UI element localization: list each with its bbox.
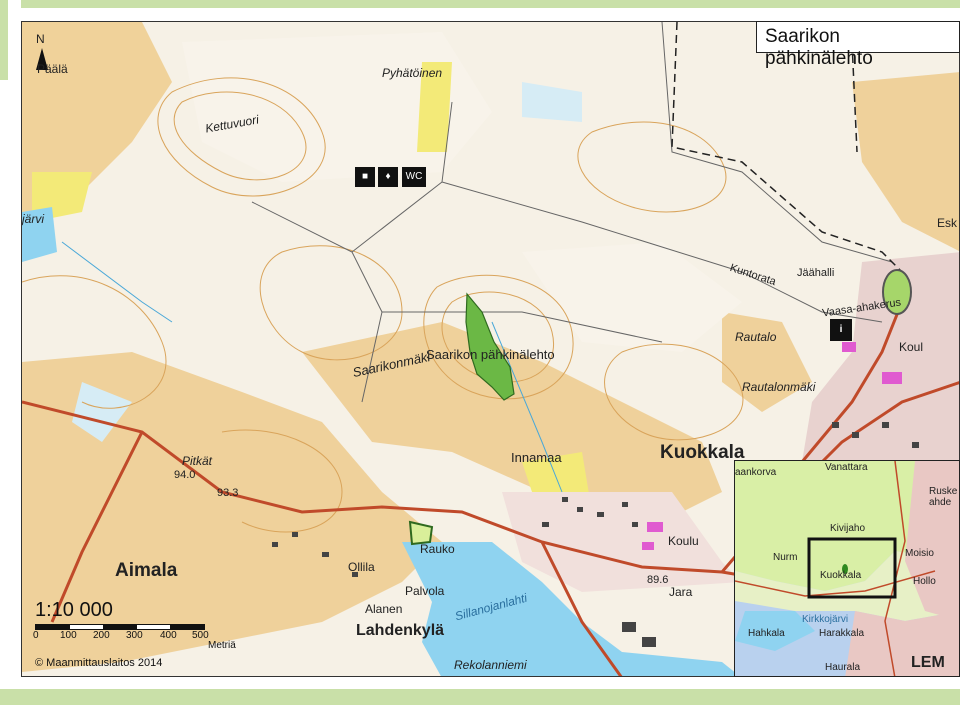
inset-label-vanattara: Vanattara (825, 462, 868, 473)
info-icon[interactable]: i (830, 319, 852, 341)
label-alanen: Alanen (365, 602, 403, 616)
forest-area-east (722, 312, 812, 412)
inset-label-moisio: Moisio (905, 548, 934, 559)
label-rautalonmaki: Rautalonmäki (742, 380, 816, 394)
scale-tick-200: 200 (93, 630, 110, 641)
scale-unit: Metriä (208, 640, 236, 651)
wetland-north (522, 82, 582, 122)
inset-label-haurala: Haurala (825, 662, 861, 673)
label-esk: Esk (937, 216, 958, 230)
label-jaahalli: Jäähalli (797, 267, 835, 279)
inset-canvas (735, 461, 959, 676)
inset-label-harakkala: Harakkala (819, 628, 865, 639)
label-paala: Päälä (37, 62, 68, 76)
picnic-icon[interactable]: ■ (355, 167, 375, 187)
label-pyhatoinen: Pyhätöinen (382, 66, 443, 80)
label-innamaa: Innamaa (511, 450, 562, 465)
wc-icon[interactable]: WC (402, 167, 426, 187)
scale-ratio: 1:10 000 (35, 599, 113, 621)
label-kuokkala: Kuokkala (660, 442, 745, 463)
label-elev-940: 94.0 (174, 469, 196, 481)
scale-tick-0: 0 (33, 630, 39, 641)
inset-label-lem: LEM (911, 654, 945, 671)
inset-label-ruskeahde: Ruske ahde (929, 486, 958, 508)
label-jarvi: järvi (22, 212, 45, 226)
label-ollila: Ollila (348, 560, 375, 574)
label-palvola: Palvola (405, 584, 445, 598)
label-reserve: Saarikon pähkinälehto (426, 347, 555, 362)
label-koulu: Koulu (668, 534, 699, 548)
label-lahdenkyla: Lahdenkylä (356, 622, 445, 639)
scale-tick-300: 300 (126, 630, 143, 641)
inset-label-nurm: Nurm (773, 552, 798, 563)
label-rauko: Rauko (420, 542, 455, 556)
label-koulu-right: Koul (899, 340, 924, 354)
label-pitkat: Pitkät (182, 454, 213, 468)
fire-icon[interactable]: ♦ (378, 167, 398, 187)
inset-label-aankorva: aankorva (735, 467, 777, 478)
inset-label-kuokkala: Kuokkala (820, 570, 862, 581)
label-rautalo: Rautalo (735, 330, 777, 344)
map-title: Saarikon pähkinälehto (765, 26, 873, 69)
bottom-frame-strip (0, 689, 960, 705)
overview-inset-map[interactable]: aankorva Vanattara Ruske ahde Kivijaho N… (734, 460, 960, 677)
label-rekolanniemi: Rekolanniemi (454, 658, 527, 672)
scale-tick-400: 400 (160, 630, 177, 641)
inset-label-kivijaho: Kivijaho (830, 523, 866, 534)
label-elev-933: 93.3 (217, 487, 239, 499)
top-frame-strip (21, 0, 960, 8)
small-reserve-rauko (408, 520, 434, 546)
left-frame-strip (0, 0, 8, 80)
wc-icon-text: WC (405, 171, 423, 182)
copyright: © Maanmittauslaitos 2014 (35, 657, 163, 669)
label-jara: Jara (669, 585, 693, 599)
map-title-box: Saarikon pähkinälehto (756, 21, 960, 69)
label-aimala: Aimala (115, 560, 178, 581)
inset-label-kirkkojarvi: Kirkkojärvi (802, 614, 849, 625)
scale-tick-500: 500 (192, 630, 209, 641)
inset-label-hollo: Hollo (913, 576, 936, 587)
scale-tick-100: 100 (60, 630, 77, 641)
built-area-east (802, 252, 959, 462)
north-letter: N (36, 32, 45, 46)
inset-label-hahkala: Hahkala (748, 628, 785, 639)
label-elev-896: 89.6 (647, 574, 669, 586)
info-icon-text: i (839, 324, 843, 335)
